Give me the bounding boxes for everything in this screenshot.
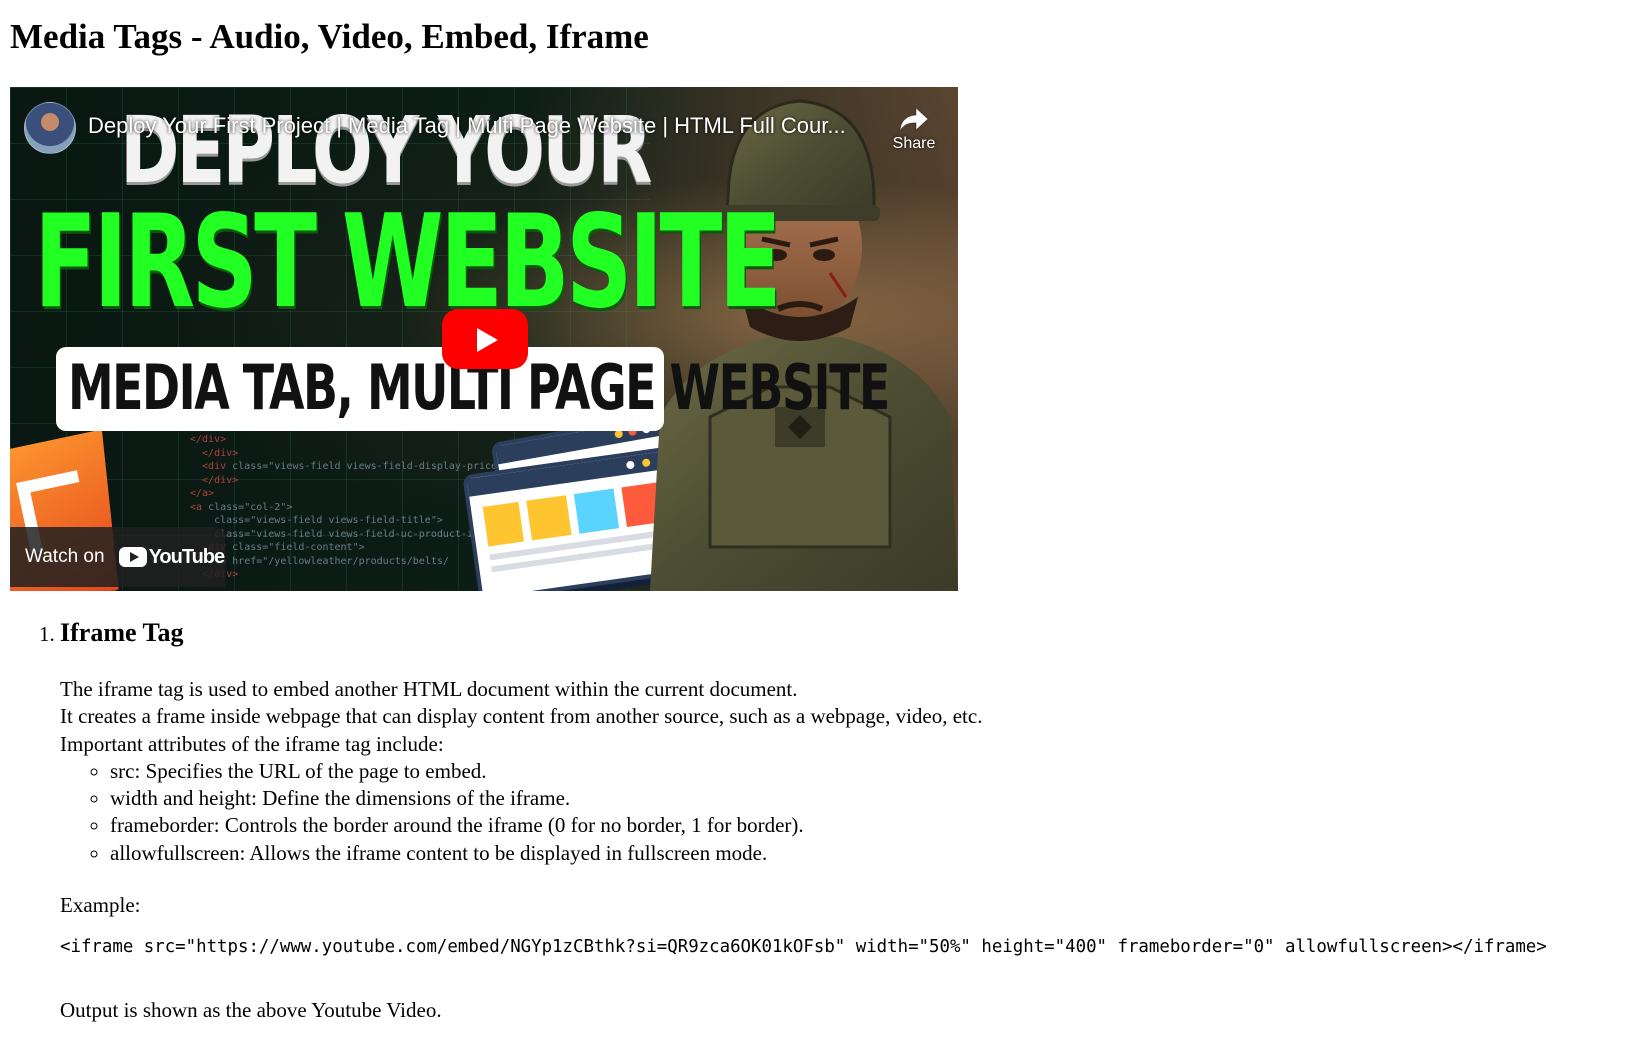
- watch-on-youtube-button[interactable]: Watch on YouTube: [10, 527, 225, 587]
- output-note: Output is shown as the above Youtube Vid…: [60, 998, 442, 1023]
- attribute-item: width and height: Define the dimensions …: [110, 785, 1547, 812]
- description-line: It creates a frame inside webpage that c…: [60, 704, 983, 729]
- description-line: Important attributes of the iframe tag i…: [60, 731, 444, 756]
- topics-list: Iframe Tag The iframe tag is used to emb…: [10, 616, 1547, 1025]
- example-label: Example:: [60, 893, 141, 918]
- attribute-item: src: Specifies the URL of the page to em…: [110, 758, 1547, 785]
- play-button[interactable]: [442, 309, 528, 369]
- share-label: Share: [892, 135, 936, 152]
- thumbnail-headline-2: FIRST WEBSITE: [34, 188, 782, 337]
- youtube-embed-player[interactable]: </div> </div> <div class="views-field vi…: [10, 87, 958, 591]
- list-item-iframe: Iframe Tag The iframe tag is used to emb…: [60, 616, 1547, 1025]
- thumbnail-code-snippet: </div> </div> <div class="views-field vi…: [190, 434, 498, 580]
- video-title-link[interactable]: Deploy Your First Project | Media Tag | …: [88, 113, 848, 139]
- page: Media Tags - Audio, Video, Embed, Iframe: [0, 0, 1640, 58]
- page-title: Media Tags - Audio, Video, Embed, Iframe: [10, 17, 649, 56]
- watch-on-label: Watch on: [25, 546, 105, 567]
- attribute-item: allowfullscreen: Allows the iframe conte…: [110, 840, 1547, 867]
- iframe-description: The iframe tag is used to embed another …: [60, 676, 1547, 758]
- attribute-list: src: Specifies the URL of the page to em…: [60, 758, 1547, 867]
- example-code: <iframe src="https://www.youtube.com/emb…: [60, 937, 1547, 958]
- section-heading: Iframe Tag: [60, 618, 184, 647]
- description-line: The iframe tag is used to embed another …: [60, 677, 798, 701]
- channel-avatar[interactable]: [24, 102, 76, 154]
- youtube-play-icon: [118, 547, 147, 567]
- attribute-item: frameborder: Controls the border around …: [110, 812, 1547, 839]
- share-arrow-icon: [899, 107, 929, 132]
- youtube-logo: YouTube: [118, 545, 226, 569]
- youtube-logo-text: YouTube: [148, 545, 226, 568]
- share-button[interactable]: Share: [882, 103, 946, 163]
